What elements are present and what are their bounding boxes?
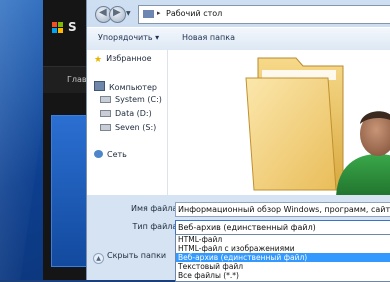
sidebar-item-drive-s[interactable]: Seven (S:)	[100, 123, 156, 132]
filetype-option[interactable]: Все файлы (*.*)	[176, 271, 390, 280]
new-folder-button[interactable]: Новая папка	[182, 33, 235, 42]
sidebar-item-label: Seven (S:)	[115, 123, 157, 132]
drive-icon	[100, 110, 111, 117]
sidebar-item-computer[interactable]: Компьютер	[94, 81, 157, 92]
filename-label: Имя файла:	[130, 204, 180, 213]
file-list-area[interactable]	[168, 50, 390, 195]
background-app-menu-item[interactable]: Глав	[67, 75, 87, 84]
filetype-option[interactable]: HTML-файл с изображениями	[176, 244, 390, 253]
network-icon	[94, 150, 103, 158]
star-icon: ★	[94, 55, 103, 65]
drive-icon	[100, 124, 111, 131]
chevron-up-icon: ▲	[93, 253, 104, 264]
title-bar: ◀ ▶ ▼ ▸ Рабочий стол	[87, 0, 390, 27]
user-folder-icon[interactable]	[168, 50, 390, 195]
sidebar-item-label: Избранное	[106, 54, 152, 63]
hide-folders-label: Скрыть папки	[107, 251, 167, 260]
windows-logo-icon	[52, 22, 64, 34]
toolbar: Упорядочить ▾ Новая папка	[87, 27, 390, 51]
save-dialog: ◀ ▶ ▼ ▸ Рабочий стол Упорядочить ▾ Новая…	[86, 0, 390, 282]
sidebar-item-label: Сеть	[107, 150, 127, 159]
sidebar-item-favorites[interactable]: ★ Избранное	[94, 54, 152, 65]
navigation-sidebar: ★ Избранное Компьютер System (C:) Data (D…	[87, 50, 168, 195]
filetype-option[interactable]: Текстовый файл	[176, 262, 390, 271]
background-app-brand: S	[68, 20, 77, 34]
filetype-select[interactable]: Веб-архив (единственный файл)	[175, 220, 390, 235]
sidebar-item-network[interactable]: Сеть	[94, 150, 127, 159]
recent-locations-dropdown[interactable]: ▼	[126, 10, 131, 17]
sidebar-item-drive-c[interactable]: System (C:)	[100, 95, 162, 104]
forward-button[interactable]: ▶	[109, 6, 126, 23]
sidebar-item-drive-d[interactable]: Data (D:)	[100, 109, 152, 118]
breadcrumb-separator-icon: ▸	[157, 9, 161, 17]
sidebar-item-label: System (C:)	[115, 95, 162, 104]
organize-button[interactable]: Упорядочить ▾	[98, 33, 159, 42]
breadcrumb-location[interactable]: Рабочий стол	[166, 9, 222, 18]
forward-arrow-icon: ▶	[113, 7, 121, 18]
desktop-folder-icon	[143, 10, 154, 18]
hide-folders-button[interactable]: ▲ Скрыть папки	[93, 251, 166, 264]
filetype-dropdown-list: HTML-файл HTML-файл с изображениями Веб-…	[175, 234, 390, 282]
save-form: Имя файла: Информационный обзор Windows,…	[87, 195, 390, 282]
sidebar-item-label: Data (D:)	[115, 109, 152, 118]
filetype-option[interactable]: HTML-файл	[176, 235, 390, 244]
browser-pane: ★ Избранное Компьютер System (C:) Data (D…	[87, 50, 390, 195]
filename-input[interactable]: Информационный обзор Windows, программ, …	[175, 202, 390, 217]
drive-icon	[100, 96, 111, 103]
sidebar-item-label: Компьютер	[109, 83, 157, 92]
filetype-option-selected[interactable]: Веб-архив (единственный файл)	[176, 253, 390, 262]
computer-icon	[94, 81, 105, 91]
back-arrow-icon: ◀	[99, 7, 107, 18]
address-bar[interactable]: ▸ Рабочий стол	[138, 5, 390, 24]
filetype-label: Тип файла:	[132, 222, 180, 231]
